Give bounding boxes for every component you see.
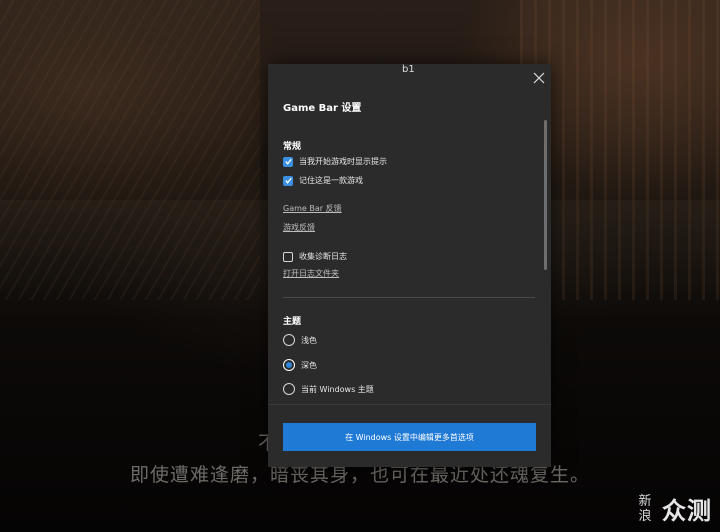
watermark-char-2: 浪 (638, 508, 652, 524)
cursor-text: b1 (402, 64, 415, 75)
watermark-char-1: 新 (638, 493, 652, 509)
checkbox-remember-game[interactable]: 记住这是一款游戏 (283, 175, 363, 186)
watermark: 新 浪 众测 (632, 491, 712, 526)
checkbox-box[interactable] (283, 156, 293, 167)
check-icon (284, 158, 292, 165)
checkbox-show-tips[interactable]: 当我开始游戏时显示提示 (283, 156, 387, 167)
radio-label: 当前 Windows 主题 (301, 384, 374, 394)
radio-theme-light[interactable]: 浅色 (283, 334, 317, 346)
radio-selected-dot (286, 362, 292, 368)
game-bar-settings-dialog: b1 Game Bar 设置 常规 当我开始游戏时显示提示 记住这是一款游戏 G… (268, 64, 551, 467)
link-game-feedback[interactable]: 游戏反馈 (283, 222, 315, 233)
watermark-logo: 新 浪 (632, 494, 658, 524)
dialog-title: Game Bar 设置 (283, 103, 362, 114)
checkbox-collect-diagnostics[interactable]: 收集诊断日志 (283, 251, 347, 262)
check-icon (284, 177, 292, 184)
dialog-topbar: b1 (268, 64, 551, 90)
radio-circle[interactable] (283, 359, 295, 371)
checkbox-box[interactable] (283, 251, 293, 262)
section-divider (283, 297, 535, 298)
radio-theme-windows[interactable]: 当前 Windows 主题 (283, 383, 374, 395)
radio-theme-dark[interactable]: 深色 (283, 359, 317, 371)
link-open-log-folder[interactable]: 打开日志文件夹 (283, 268, 339, 279)
radio-circle[interactable] (283, 383, 295, 395)
dialog-footer: 在 Windows 设置中编辑更多首选项 (268, 404, 551, 467)
checkbox-label: 记住这是一款游戏 (299, 176, 363, 185)
close-button[interactable] (531, 70, 547, 86)
close-icon (533, 72, 545, 84)
radio-circle[interactable] (283, 334, 295, 346)
checkbox-box[interactable] (283, 175, 293, 186)
checkbox-label: 当我开始游戏时显示提示 (299, 157, 387, 166)
scrollbar[interactable] (544, 120, 547, 270)
section-general-heading: 常规 (283, 142, 302, 152)
radio-label: 深色 (301, 360, 317, 370)
edit-in-windows-settings-button[interactable]: 在 Windows 设置中编辑更多首选项 (283, 423, 536, 451)
link-game-bar-feedback[interactable]: Game Bar 反馈 (283, 203, 342, 214)
watermark-text: 众测 (662, 497, 712, 525)
section-theme-heading: 主题 (283, 317, 302, 327)
radio-label: 浅色 (301, 335, 317, 345)
checkbox-label: 收集诊断日志 (299, 252, 347, 261)
